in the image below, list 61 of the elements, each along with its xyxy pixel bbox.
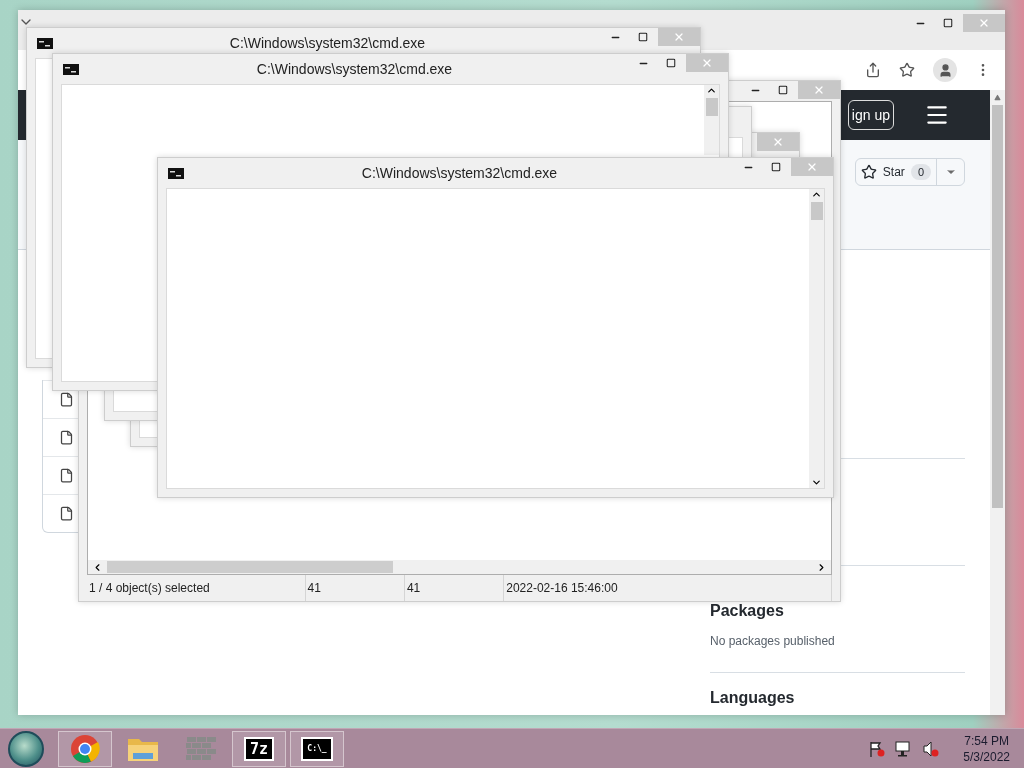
- scroll-thumb[interactable]: [705, 98, 718, 116]
- terminal-icon: [63, 63, 79, 75]
- taskbar-button[interactable]: C:\_: [290, 730, 344, 767]
- file-icon[interactable]: [58, 468, 74, 483]
- star-count: 0: [910, 164, 931, 180]
- terminal-icon: [37, 37, 53, 49]
- window-title: C:\Windows\system32\cmd.exe: [255, 61, 454, 77]
- archiver-icon: 7z: [244, 736, 274, 761]
- taskbar-button[interactable]: 7z: [232, 730, 286, 767]
- window-title: C:\Windows\system32\cmd.exe: [360, 165, 559, 181]
- scrollbar[interactable]: [809, 189, 824, 488]
- share-icon: [865, 62, 881, 78]
- status-text: 2022-02-16 15:46:00: [504, 575, 832, 601]
- browser-icon: [70, 733, 100, 764]
- scroll-thumb[interactable]: [810, 202, 823, 220]
- scroll-up-icon: [994, 94, 1001, 101]
- brick-wall-icon: [186, 735, 216, 762]
- maximize-icon: [771, 162, 781, 172]
- close-icon: [813, 84, 825, 96]
- maximize-icon: [778, 85, 788, 95]
- flag-icon[interactable]: [869, 740, 886, 757]
- close-icon: [701, 57, 713, 69]
- window-title: C:\Windows\system32\cmd.exe: [228, 35, 427, 51]
- close-icon: [673, 31, 685, 43]
- section-heading: Languages: [710, 689, 796, 707]
- star-icon: [899, 62, 915, 78]
- muted-speaker-icon[interactable]: [923, 740, 940, 757]
- section-heading: Packages: [710, 602, 785, 620]
- status-text: 41: [305, 575, 405, 601]
- scrollbar[interactable]: [704, 85, 719, 155]
- close-icon: [772, 136, 784, 148]
- maximize-icon: [943, 18, 953, 28]
- scroll-thumb[interactable]: [992, 105, 1003, 508]
- taskbar-button[interactable]: [58, 730, 112, 767]
- scroll-thumb[interactable]: [107, 561, 393, 573]
- file-icon[interactable]: [58, 430, 74, 445]
- status-text: 1 / 4 object(s) selected: [87, 575, 306, 601]
- maximize-icon: [638, 32, 648, 42]
- sign-up-button[interactable]: ign up: [847, 100, 894, 130]
- scroll-down-icon: [811, 477, 822, 488]
- maximize-icon: [666, 58, 676, 68]
- clock-date: 5/3/2022: [963, 748, 1010, 765]
- profile-button[interactable]: [933, 58, 957, 82]
- close-button[interactable]: [757, 133, 799, 151]
- file-icon[interactable]: [58, 392, 74, 407]
- share-button[interactable]: [865, 62, 881, 78]
- star-icon: [860, 164, 877, 180]
- bookmark-button[interactable]: [899, 62, 915, 78]
- close-icon: [978, 17, 990, 29]
- close-icon: [806, 161, 818, 173]
- horizontal-scrollbar[interactable]: [88, 560, 831, 574]
- file-icon[interactable]: [58, 506, 74, 521]
- clock-time: 7:54 PM: [964, 732, 1009, 749]
- user-icon: [937, 62, 953, 78]
- terminal-icon: C:\_: [301, 736, 333, 761]
- start-button[interactable]: [8, 730, 44, 767]
- terminal-icon: [168, 167, 184, 179]
- clock[interactable]: 7:54 PM 5/3/2022: [963, 732, 1010, 765]
- scrollbar[interactable]: [990, 90, 1005, 715]
- status-text: 41: [404, 575, 505, 601]
- section-text: No packages published: [710, 634, 836, 648]
